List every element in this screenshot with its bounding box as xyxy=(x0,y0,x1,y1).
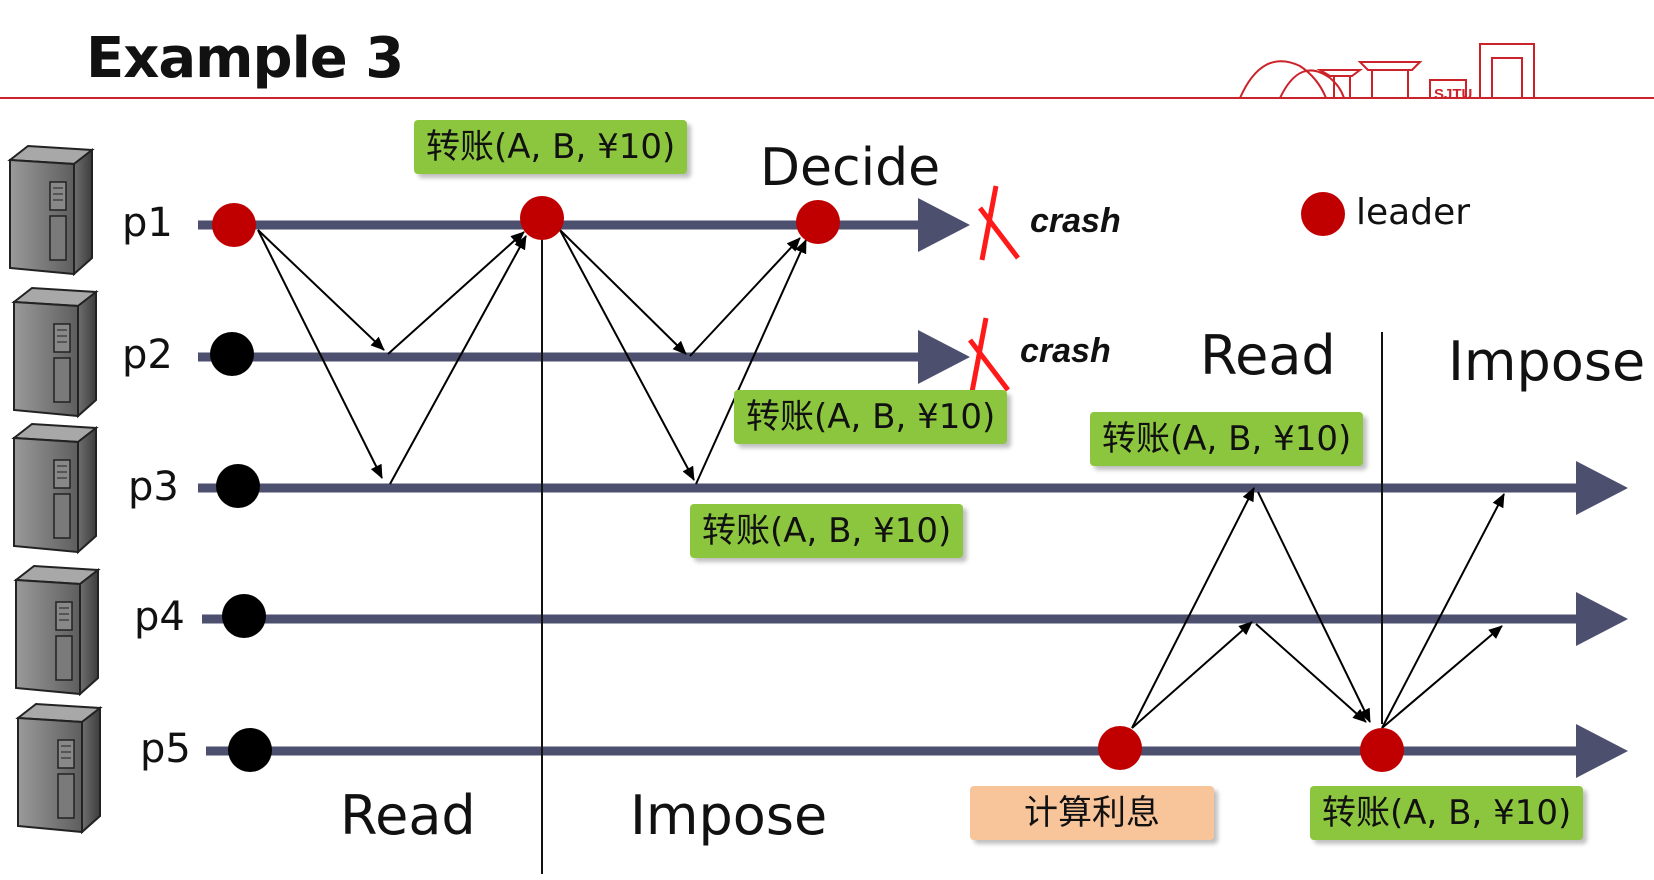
timeline-p5-arrowhead xyxy=(1576,724,1628,778)
timeline-p3-arrowhead xyxy=(1576,461,1628,515)
phase-impose-top: Impose xyxy=(1448,330,1646,393)
leader-node xyxy=(1098,726,1142,770)
crash-label-p2: crash xyxy=(1020,332,1111,370)
message-arrow xyxy=(559,229,687,355)
crash-mark-icon xyxy=(968,317,1010,393)
server-icon xyxy=(15,565,99,695)
server-icon xyxy=(13,423,97,553)
process-label-p3: p3 xyxy=(128,464,179,510)
crash-label-p1: crash xyxy=(1030,202,1121,240)
message-arrow xyxy=(1381,625,1503,729)
server-icon xyxy=(17,703,101,833)
process-label-p4: p4 xyxy=(134,594,185,640)
message-arrow xyxy=(695,239,807,485)
message-arrow xyxy=(1131,487,1255,729)
timeline-p2-arrowhead xyxy=(918,330,970,384)
leader-node xyxy=(1360,728,1404,772)
process-label-p2: p2 xyxy=(122,332,173,378)
phase-impose-bottom: Impose xyxy=(630,784,828,847)
message-label: 转账(A, B, ¥10) xyxy=(734,390,1008,444)
sjtu-logo xyxy=(1239,43,1535,99)
leader-node xyxy=(520,196,564,240)
message-arrow xyxy=(689,237,801,357)
process-node xyxy=(222,594,266,638)
legend-leader-dot xyxy=(1301,192,1345,236)
interest-label: 计算利息 xyxy=(970,786,1214,840)
message-arrow xyxy=(1257,491,1371,723)
message-label: 转账(A, B, ¥10) xyxy=(1090,412,1364,466)
leader-node xyxy=(796,200,840,244)
process-node xyxy=(228,728,272,772)
process-node xyxy=(210,332,254,376)
timeline-p4-arrowhead xyxy=(1576,592,1628,646)
process-label-p5: p5 xyxy=(140,726,191,772)
message-arrow xyxy=(1131,621,1253,729)
message-label: 转账(A, B, ¥10) xyxy=(1310,786,1584,840)
timeline-p1-arrowhead xyxy=(918,198,970,252)
message-arrow xyxy=(257,229,385,351)
server-icon xyxy=(13,287,97,417)
message-arrow xyxy=(1381,493,1505,729)
message-arrow xyxy=(387,231,525,355)
phase-read-top: Read xyxy=(1200,324,1336,387)
leader-node xyxy=(212,203,256,247)
decide-label: Decide xyxy=(760,138,941,198)
legend-label: leader xyxy=(1356,192,1471,233)
message-arrow xyxy=(1255,623,1367,723)
message-label: 转账(A, B, ¥10) xyxy=(690,504,964,558)
server-icon xyxy=(9,145,93,275)
message-label: 转账(A, B, ¥10) xyxy=(414,120,688,174)
crash-mark-icon xyxy=(978,185,1020,261)
process-node xyxy=(216,464,260,508)
process-label-p1: p1 xyxy=(122,200,173,246)
phase-read-bottom: Read xyxy=(340,784,476,847)
